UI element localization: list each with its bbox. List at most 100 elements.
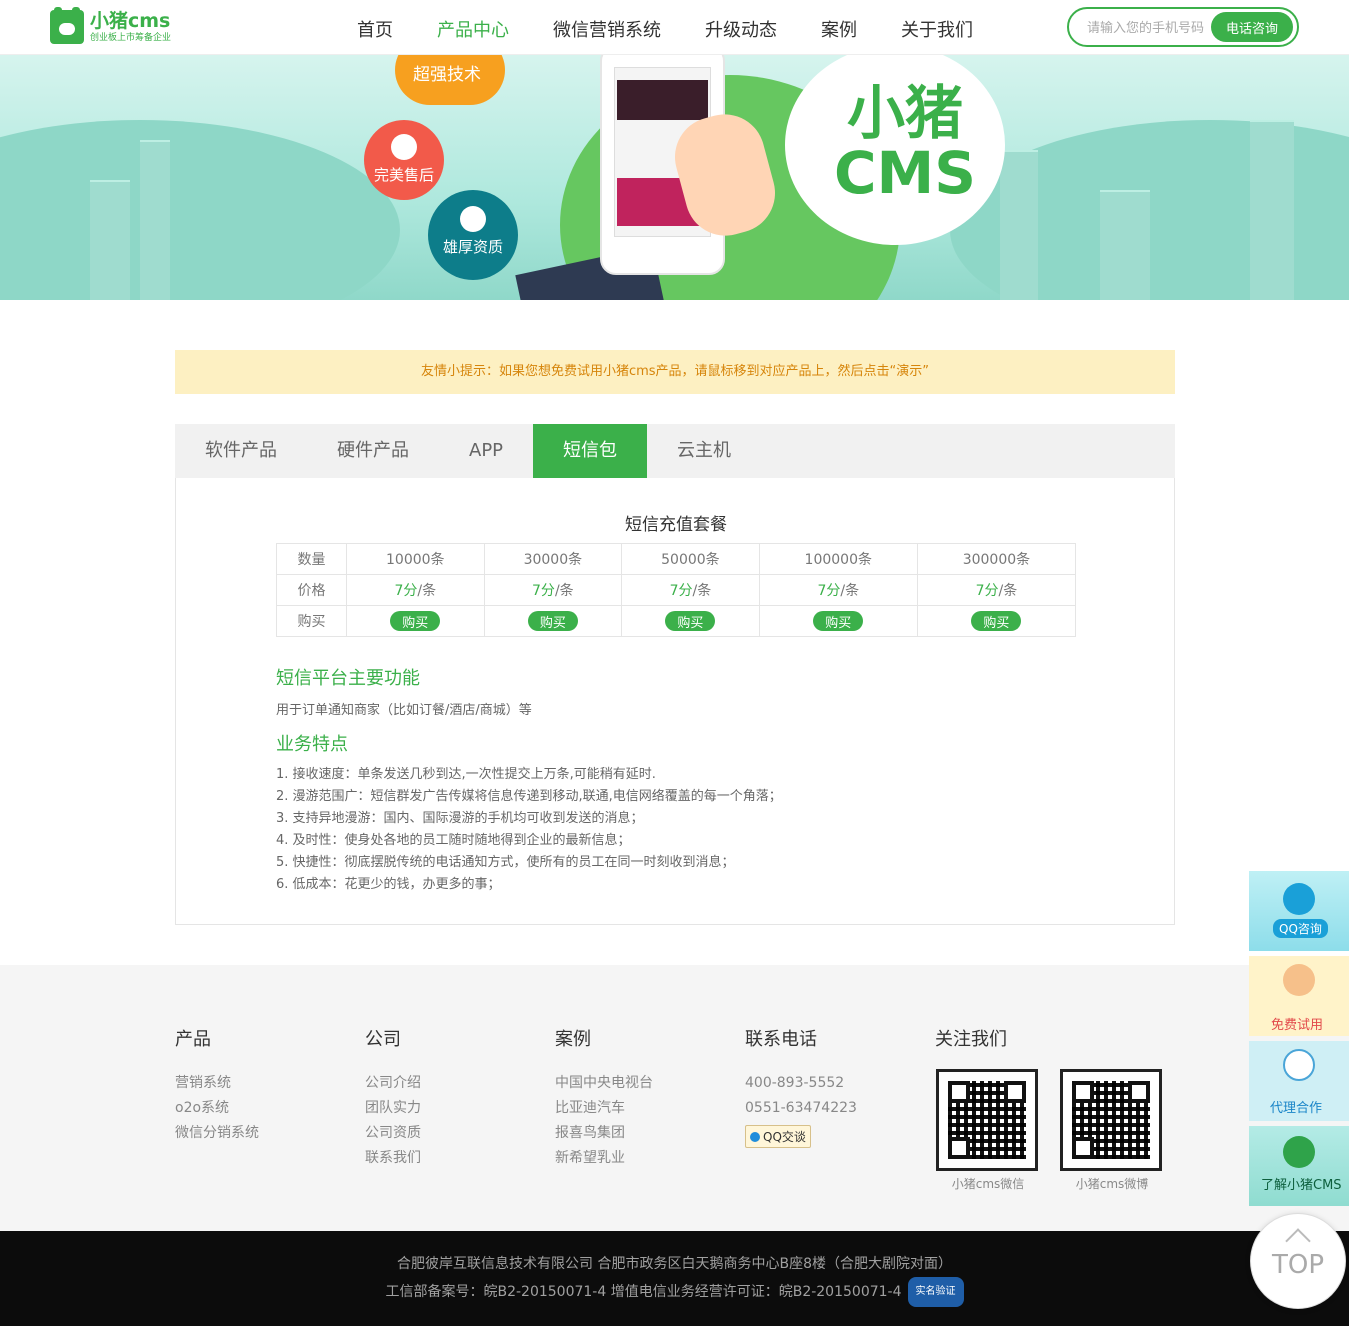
nav-cases[interactable]: 案例 [821, 16, 857, 42]
row-label: 价格 [276, 574, 347, 606]
qr-caption: 小猪cms微信 [951, 1177, 1025, 1191]
tip-banner: 友情小提示：如果您想免费试用小猪cms产品，请鼠标移到对应产品上，然后点击“演示… [175, 350, 1175, 394]
footer-heading: 案例 [555, 1029, 591, 1050]
footer-link[interactable]: 公司资质 [365, 1121, 421, 1146]
nav-updates[interactable]: 升级动态 [705, 16, 777, 42]
footer-link[interactable]: 新希望乳业 [555, 1146, 653, 1171]
nav-about[interactable]: 关于我们 [901, 16, 973, 42]
footer-link[interactable]: 报喜鸟集团 [555, 1121, 653, 1146]
side-qq-consult[interactable]: QQ咨询 [1249, 871, 1349, 951]
row-label: 购买 [276, 605, 347, 637]
footer-link[interactable]: 公司介绍 [365, 1071, 421, 1096]
footer-follow: 关注我们 [935, 1025, 1007, 1071]
weibo-qr-code [1060, 1069, 1162, 1171]
company-address: 合肥彼岸互联信息技术有限公司 合肥市政务区白天鹅商务中心B座8楼（合肥大剧院对面… [397, 1256, 952, 1272]
copyright-bar: 合肥彼岸互联信息技术有限公司 合肥市政务区白天鹅商务中心B座8楼（合肥大剧院对面… [0, 1231, 1349, 1326]
list-item: 6. 低成本：花更少的钱，办更多的事； [276, 877, 501, 892]
badge-service: 完美售后 [364, 120, 444, 200]
side-free-trial[interactable]: 免费试用 [1249, 956, 1349, 1036]
side-agent-cooperation[interactable]: 代理合作 [1249, 1041, 1349, 1121]
quantity-cell: 100000条 [758, 543, 918, 575]
buy-button[interactable]: 购买 [813, 611, 864, 631]
banner-building [1000, 150, 1038, 300]
logo-name: 小猪cms [90, 9, 171, 32]
banner-hill [0, 120, 400, 300]
nav-products[interactable]: 产品中心 [437, 16, 509, 42]
banner-building [140, 140, 170, 300]
wechat-qr-code [936, 1069, 1038, 1171]
banner-building [1250, 120, 1294, 300]
qq-penguin-icon [750, 1132, 760, 1142]
list-item: 2. 漫游范围广：短信群发广告传媒将信息传递到移动,联通,电信网络覆盖的每一个角… [276, 789, 782, 804]
phone-number: 400-893-5552 [745, 1075, 845, 1091]
list-item: 1. 接收速度：单条发送几秒到达,一次性提交上万条,可能稍有延时. [276, 767, 656, 782]
qq-talk-button[interactable]: QQ交谈 [745, 1125, 811, 1148]
handshake-icon [1283, 1049, 1315, 1081]
footer-contact: 联系电话 400-893-5552 0551-63474223 QQ交谈 [745, 1025, 857, 1148]
logo-tagline: 创业板上市筹备企业 [90, 32, 172, 43]
features-list: 1. 接收速度：单条发送几秒到达,一次性提交上万条,可能稍有延时. 2. 漫游范… [276, 764, 782, 896]
tab-app[interactable]: APP [439, 424, 533, 478]
realname-verified-badge[interactable]: 实名验证 [907, 1277, 964, 1307]
buy-button[interactable]: 购买 [665, 611, 716, 631]
footer-link[interactable]: 联系我们 [365, 1146, 421, 1171]
table-row: 价格 7分/条 7分/条 7分/条 7分/条 7分/条 [276, 574, 1077, 606]
banner-building [1100, 190, 1150, 300]
footer-cases: 案例 中国中央电视台 比亚迪汽车 报喜鸟集团 新希望乳业 [555, 1025, 653, 1171]
tab-software[interactable]: 软件产品 [175, 424, 307, 478]
icp-line: 工信部备案号：皖B2-20150071-4 增值电信业务经营许可证：皖B2-20… [0, 1277, 1349, 1307]
functions-heading: 短信平台主要功能 [276, 668, 420, 689]
quantity-cell: 10000条 [346, 543, 485, 575]
footer-link[interactable]: 营销系统 [175, 1071, 259, 1096]
phone-input[interactable] [1087, 19, 1212, 35]
quantity-cell: 30000条 [483, 543, 623, 575]
logo[interactable]: 小猪cms 创业板上市筹备企业 [50, 7, 172, 44]
price-cell: 7分/条 [916, 574, 1077, 606]
tab-cloud-host[interactable]: 云主机 [647, 424, 761, 478]
footer-heading: 关注我们 [935, 1029, 1007, 1050]
phone-consult-button[interactable]: 电话咨询 [1211, 12, 1293, 42]
sms-panel: 短信充值套餐 数量 10000条 30000条 50000条 100000条 3… [175, 478, 1175, 925]
pig-logo-icon [50, 7, 84, 44]
banner-building [90, 180, 130, 300]
footer-link[interactable]: 团队实力 [365, 1096, 421, 1121]
buy-button[interactable]: 购买 [971, 611, 1022, 631]
footer-link[interactable]: 微信分销系统 [175, 1121, 259, 1146]
side-learn-cms[interactable]: 了解小猪CMS [1249, 1126, 1349, 1206]
product-tabs: 软件产品 硬件产品 APP 短信包 云主机 [175, 424, 1175, 478]
nav-home[interactable]: 首页 [357, 16, 393, 42]
footer-company: 公司 公司介绍 团队实力 公司资质 联系我们 [365, 1025, 421, 1171]
character-icon [1283, 964, 1315, 996]
price-cell: 7分/条 [758, 574, 918, 606]
person-icon [391, 134, 417, 160]
footer-heading: 公司 [365, 1029, 401, 1050]
buy-button[interactable]: 购买 [527, 611, 578, 631]
footer-link[interactable]: o2o系统 [175, 1096, 259, 1121]
site-footer: 产品 营销系统 o2o系统 微信分销系统 公司 公司介绍 团队实力 公司资质 联… [0, 965, 1349, 1231]
buy-button[interactable]: 购买 [390, 611, 441, 631]
table-row: 数量 10000条 30000条 50000条 100000条 300000条 [276, 543, 1077, 575]
price-cell: 7分/条 [621, 574, 760, 606]
phone-number: 0551-63474223 [745, 1100, 857, 1116]
sms-package-table: 数量 10000条 30000条 50000条 100000条 300000条 … [276, 543, 1077, 637]
functions-desc: 用于订单通知商家（比如订餐/酒店/商城）等 [276, 703, 532, 718]
table-row: 购买 购买 购买 购买 购买 购买 [276, 605, 1077, 637]
play-icon [1283, 1136, 1315, 1168]
nav-wechat-marketing[interactable]: 微信营销系统 [553, 16, 661, 42]
tab-sms[interactable]: 短信包 [533, 424, 648, 478]
footer-products: 产品 营销系统 o2o系统 微信分销系统 [175, 1025, 259, 1146]
badge-qualification: 雄厚资质 [428, 190, 518, 280]
qr-caption: 小猪cms微博 [1075, 1177, 1149, 1191]
features-heading: 业务特点 [276, 734, 348, 755]
site-header: 小猪cms 创业板上市筹备企业 首页 产品中心 微信营销系统 升级动态 案例 关… [0, 0, 1349, 55]
tab-hardware[interactable]: 硬件产品 [307, 424, 439, 478]
list-item: 4. 及时性：使身处各地的员工随时随地得到企业的最新信息； [276, 833, 631, 848]
price-cell: 7分/条 [483, 574, 623, 606]
back-to-top-button[interactable]: TOP [1250, 1213, 1346, 1309]
hero-banner: 小猪 CMS 超强技术 完美售后 雄厚资质 [0, 55, 1349, 300]
footer-link[interactable]: 中国中央电视台 [555, 1071, 653, 1096]
footer-link[interactable]: 比亚迪汽车 [555, 1096, 653, 1121]
list-item: 3. 支持异地漫游：国内、国际漫游的手机均可收到发送的消息； [276, 811, 644, 826]
medal-icon [460, 206, 486, 232]
list-item: 5. 快捷性：彻底摆脱传统的电话通知方式，使所有的员工在同一时刻收到消息； [276, 855, 735, 870]
